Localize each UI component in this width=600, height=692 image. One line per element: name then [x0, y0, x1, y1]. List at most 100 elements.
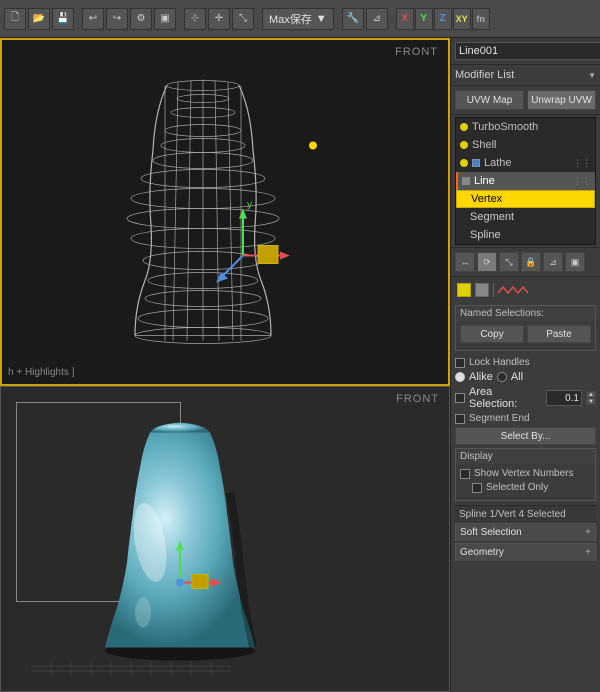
stack-item-segment[interactable]: Segment [456, 208, 595, 226]
area-down-arrow[interactable]: ▼ [586, 398, 596, 405]
display-section: Display Show Vertex Numbers Selected Onl… [455, 448, 596, 501]
redo-icon[interactable]: ↪ [106, 8, 128, 30]
segment-end-label: Segment End [469, 413, 530, 424]
alike-all-row: Alike All [455, 371, 596, 383]
main-area: FRONT [0, 38, 600, 692]
open-file-icon[interactable]: 📂 [28, 8, 50, 30]
move-icon[interactable]: ↔ [455, 252, 475, 272]
save-icon[interactable]: 💾 [52, 8, 74, 30]
xy-axis-btn[interactable]: XY [453, 8, 471, 30]
paste-button[interactable]: Paste [527, 325, 591, 343]
axis-group: X Y Z XY fn [396, 8, 490, 30]
segment-end-row: Segment End [455, 413, 596, 424]
area-selection-checkbox[interactable] [455, 393, 465, 403]
geometry-expand[interactable]: Geometry + [455, 543, 596, 561]
shell-bulb [460, 141, 468, 149]
viewport-area: FRONT [0, 38, 450, 692]
soft-selection-label: Soft Selection [460, 527, 522, 538]
fn-axis-btn[interactable]: fn [472, 8, 490, 30]
color-indicator-row [455, 281, 596, 299]
all-radio[interactable] [497, 372, 507, 382]
line-options-icon: ⋮⋮ [573, 176, 591, 187]
rotate-icon[interactable]: ⟳ [477, 252, 497, 272]
geometry-label: Geometry [460, 547, 504, 558]
max-save-dropdown[interactable]: Max保存 ▼ [262, 8, 334, 30]
status-line: Spline 1/Vert 4 Selected [455, 505, 596, 523]
shell-label: Shell [472, 139, 496, 151]
undo-icon[interactable]: ↩ [82, 8, 104, 30]
solid-vase [75, 413, 285, 666]
segment-label: Segment [470, 211, 514, 223]
modifier-list-label: Modifier List [455, 69, 588, 81]
copy-button[interactable]: Copy [460, 325, 524, 343]
modifier-stack: TurboSmooth Shell Lathe ⋮⋮ Line ⋮⋮ [455, 117, 596, 245]
stack-item-spline[interactable]: Spline [456, 226, 595, 244]
svg-text:y: y [247, 200, 252, 211]
angle-snap-icon[interactable]: ⊿ [366, 8, 388, 30]
viewport-bottom[interactable]: FRONT [0, 386, 450, 692]
properties-panel: Named Selections: Copy Paste Lock Handle… [451, 277, 600, 692]
named-selections-title: Named Selections: [456, 306, 595, 321]
modifier-list-dropdown-arrow[interactable]: ▼ [588, 71, 596, 80]
object-name-input[interactable] [455, 42, 600, 60]
viewport-top-label: FRONT [395, 46, 438, 58]
turbosm-bulb [460, 123, 468, 131]
scale-panel-icon[interactable]: ⤡ [499, 252, 519, 272]
lock-panel-icon[interactable]: 🔒 [521, 252, 541, 272]
settings-icon[interactable]: ⚙ [130, 8, 152, 30]
lock-handles-checkbox[interactable] [455, 358, 465, 368]
select-by-button[interactable]: Select By... [455, 427, 596, 445]
stack-item-vertex[interactable]: Vertex [456, 190, 595, 208]
area-selection-input[interactable] [546, 390, 582, 406]
selected-only-label: Selected Only [486, 482, 548, 493]
segment-end-checkbox[interactable] [455, 414, 465, 424]
snap-icon[interactable]: 🔧 [342, 8, 364, 30]
lock-handles-row: Lock Handles [455, 357, 596, 368]
wireframe-vase: y [73, 71, 333, 354]
line-label: Line [474, 175, 495, 187]
render-icon[interactable]: ▣ [154, 8, 176, 30]
x-axis-btn[interactable]: X [396, 8, 414, 30]
viewport-bottom-label: FRONT [396, 393, 439, 405]
panel-icons-row: ↔ ⟳ ⤡ 🔒 ⊿ ▣ [451, 247, 600, 277]
soft-selection-expand[interactable]: Soft Selection + [455, 523, 596, 541]
unwrap-uvw-button[interactable]: Unwrap UVW [527, 90, 596, 110]
show-vertex-numbers-row: Show Vertex Numbers [460, 468, 591, 479]
named-selections-content: Copy Paste [456, 321, 595, 350]
snap-panel-icon[interactable]: ⊿ [543, 252, 563, 272]
all-label: All [511, 371, 523, 383]
modifier-list-row[interactable]: Modifier List ▼ [451, 65, 600, 86]
gray-indicator [475, 283, 489, 297]
show-vertex-numbers-label: Show Vertex Numbers [474, 468, 574, 479]
new-file-icon[interactable]: 🗋 [4, 8, 26, 30]
alike-radio[interactable] [455, 372, 465, 382]
geometry-expand-sign: + [585, 547, 591, 558]
stack-item-lathe[interactable]: Lathe ⋮⋮ [456, 154, 595, 172]
y-axis-btn[interactable]: Y [415, 8, 433, 30]
stack-item-line[interactable]: Line ⋮⋮ [456, 172, 595, 190]
selected-only-checkbox[interactable] [472, 483, 482, 493]
scale-icon[interactable]: ⤡ [232, 8, 254, 30]
stack-item-shell[interactable]: Shell [456, 136, 595, 154]
select-icon[interactable]: ⊹ [184, 8, 206, 30]
display-content: Show Vertex Numbers Selected Only [456, 464, 595, 500]
object-name-row [451, 38, 600, 65]
area-up-arrow[interactable]: ▲ [586, 391, 596, 398]
uvw-map-button[interactable]: UVW Map [455, 90, 524, 110]
wave-icon [498, 283, 528, 297]
lock-handles-label: Lock Handles [469, 357, 530, 368]
copy-paste-row: Copy Paste [460, 325, 591, 343]
z-axis-btn[interactable]: Z [434, 8, 452, 30]
right-panel: Modifier List ▼ UVW Map Unwrap UVW Turbo… [450, 38, 600, 692]
display-panel-icon[interactable]: ▣ [565, 252, 585, 272]
transform-icon[interactable]: ✛ [208, 8, 230, 30]
soft-selection-expand-sign: + [585, 527, 591, 538]
stack-item-turbosm[interactable]: TurboSmooth [456, 118, 595, 136]
viewport-top[interactable]: FRONT [0, 38, 450, 386]
lathe-options-icon: ⋮⋮ [573, 158, 591, 169]
lathe-bulb [460, 159, 468, 167]
area-selection-spinner[interactable]: ▲ ▼ [586, 391, 596, 405]
show-vertex-numbers-checkbox[interactable] [460, 469, 470, 479]
separator-v [493, 283, 494, 297]
area-selection-row: Area Selection: ▲ ▼ [455, 386, 596, 410]
